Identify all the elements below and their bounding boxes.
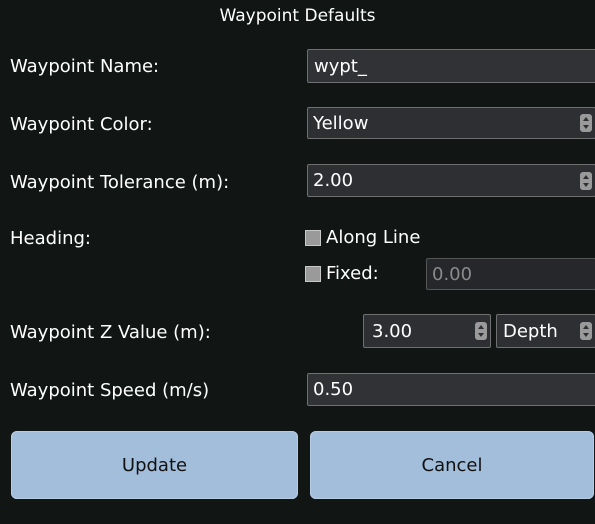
along-line-checkbox-icon[interactable] — [305, 229, 321, 246]
fixed-checkbox-icon[interactable] — [305, 265, 321, 282]
cancel-button[interactable]: Cancel — [310, 431, 594, 499]
fixed-option[interactable]: Fixed: — [305, 263, 379, 284]
fixed-heading-value: 0.00 — [432, 263, 473, 285]
z-mode-select[interactable]: Depth — [496, 314, 595, 348]
heading-label: Heading: — [10, 228, 91, 249]
waypoint-color-label: Waypoint Color: — [10, 114, 153, 135]
waypoint-speed-value: 0.50 — [313, 379, 354, 400]
z-spinner-arrows-icon[interactable] — [475, 322, 487, 340]
waypoint-speed-input[interactable]: 0.50 — [307, 373, 595, 406]
fixed-heading-input[interactable]: 0.00 — [426, 258, 595, 290]
waypoint-name-label: Waypoint Name: — [10, 56, 160, 77]
waypoint-name-value: wypt_ — [314, 55, 367, 77]
tolerance-spinner-arrows-icon[interactable] — [580, 171, 592, 190]
waypoint-color-select[interactable]: Yellow — [307, 107, 595, 139]
waypoint-z-spinbox[interactable]: 3.00 — [363, 314, 491, 348]
waypoint-tolerance-spinbox[interactable]: 2.00 — [307, 164, 595, 197]
fixed-label: Fixed: — [326, 263, 379, 284]
waypoint-z-value: 3.00 — [372, 320, 413, 342]
z-mode-value: Depth — [503, 320, 558, 342]
along-line-option[interactable]: Along Line — [305, 227, 420, 248]
waypoint-name-input[interactable]: wypt_ — [307, 49, 595, 83]
cancel-button-label: Cancel — [421, 454, 483, 476]
waypoint-tolerance-label: Waypoint Tolerance (m): — [10, 172, 230, 193]
along-line-label: Along Line — [326, 227, 421, 248]
dialog-title: Waypoint Defaults — [219, 6, 376, 26]
color-spinner-arrows-icon[interactable] — [580, 114, 592, 132]
waypoint-tolerance-value: 2.00 — [313, 170, 354, 191]
update-button-label: Update — [121, 454, 188, 476]
z-mode-spinner-arrows-icon[interactable] — [580, 322, 592, 340]
update-button[interactable]: Update — [11, 431, 298, 499]
waypoint-speed-label: Waypoint Speed (m/s) — [10, 380, 210, 401]
waypoint-z-label: Waypoint Z Value (m): — [10, 322, 211, 343]
waypoint-color-value: Yellow — [313, 112, 369, 134]
